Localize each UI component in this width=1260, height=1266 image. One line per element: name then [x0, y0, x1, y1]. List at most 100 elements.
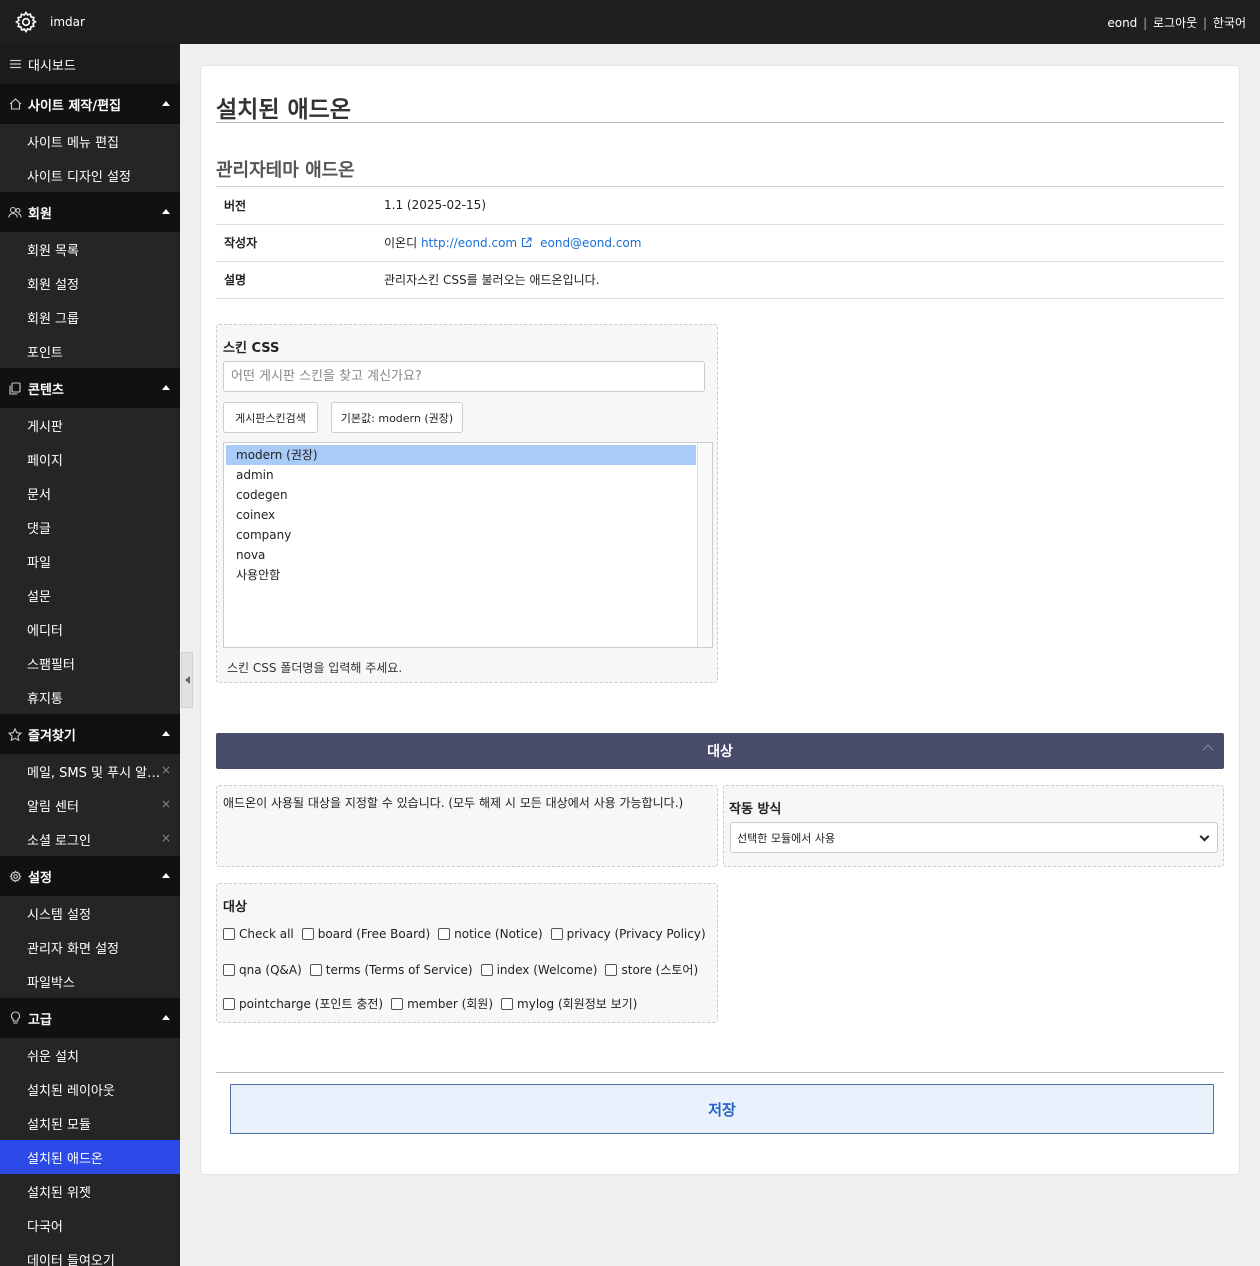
sidebar-group-members[interactable]: 회원: [0, 192, 180, 232]
checkbox-row: pointcharge (포인트 충전) member (회원) mylog (…: [223, 995, 645, 1012]
sidebar-item[interactable]: 쉬운 설치: [0, 1038, 180, 1072]
sidebar-dashboard[interactable]: 대시보드: [0, 44, 180, 84]
sidebar-group-contents[interactable]: 콘텐츠: [0, 368, 180, 408]
sidebar-item[interactable]: 메일, SMS 및 푸시 알… ×: [0, 754, 180, 788]
sidebar-item[interactable]: 사이트 메뉴 편집: [0, 124, 180, 158]
language-link[interactable]: 한국어: [1213, 16, 1246, 30]
sidebar-group-settings[interactable]: 설정: [0, 856, 180, 896]
sidebar-item[interactable]: 데이터 들여오기: [0, 1242, 180, 1266]
user-name-link[interactable]: eond: [1107, 16, 1137, 30]
remove-favorite-icon[interactable]: ×: [161, 797, 171, 811]
sidebar-item[interactable]: 회원 목록: [0, 232, 180, 266]
checkbox[interactable]: [550, 928, 563, 940]
divider: [216, 122, 1224, 123]
skin-css-box: 스킨 CSS 게시판스킨검색 기본값: modern (권장) modern (…: [216, 324, 718, 683]
sidebar-item[interactable]: 시스템 설정: [0, 896, 180, 930]
author-label: 작성자: [216, 224, 376, 262]
checkbox-member[interactable]: member (회원): [391, 995, 493, 1012]
checkbox[interactable]: [301, 928, 314, 940]
sidebar-item[interactable]: 댓글: [0, 510, 180, 544]
gear-icon: [8, 869, 22, 883]
sidebar-group-label: 고급: [28, 1012, 52, 1028]
sidebar-item[interactable]: 페이지: [0, 442, 180, 476]
caret-up-icon: [162, 731, 170, 736]
skin-search-button[interactable]: 게시판스킨검색: [223, 402, 318, 433]
sidebar-group-advanced[interactable]: 고급: [0, 998, 180, 1038]
gear-logo-icon[interactable]: [13, 9, 39, 35]
sidebar-item[interactable]: 회원 그룹: [0, 300, 180, 334]
sidebar-item-installed-addons[interactable]: 설치된 애드온: [0, 1140, 180, 1174]
remove-favorite-icon[interactable]: ×: [161, 763, 171, 777]
sidebar-item[interactable]: 포인트: [0, 334, 180, 368]
checkbox-board[interactable]: board (Free Board): [301, 927, 430, 941]
sidebar-item[interactable]: 설문: [0, 578, 180, 612]
checkbox-store[interactable]: store (스토어): [605, 961, 698, 978]
main-card: 설치된 애드온 관리자테마 애드온 버전 1.1 (2025-02-15) 작성…: [201, 66, 1239, 1174]
list-item-selected[interactable]: modern (권장): [226, 445, 696, 465]
checkbox[interactable]: [223, 963, 235, 976]
list-item[interactable]: admin: [226, 465, 696, 485]
sidebar-group-favorites[interactable]: 즐겨찾기: [0, 714, 180, 754]
sidebar-item[interactable]: 문서: [0, 476, 180, 510]
sidebar-item[interactable]: 관리자 화면 설정: [0, 930, 180, 964]
checkbox-qna[interactable]: qna (Q&A): [223, 963, 302, 977]
brand-name[interactable]: imdar: [50, 15, 85, 29]
checkbox-index[interactable]: index (Welcome): [480, 963, 597, 977]
checkbox[interactable]: [605, 963, 618, 976]
default-skin-button[interactable]: 기본값: modern (권장): [331, 402, 463, 433]
list-item[interactable]: nova: [226, 545, 696, 565]
skin-listbox[interactable]: modern (권장) admin codegen coinex company…: [223, 442, 713, 648]
sidebar-item[interactable]: 소셜 로그인 ×: [0, 822, 180, 856]
checkbox[interactable]: [309, 963, 322, 976]
sidebar-item[interactable]: 파일: [0, 544, 180, 578]
sidebar-item[interactable]: 다국어: [0, 1208, 180, 1242]
sidebar-item[interactable]: 회원 설정: [0, 266, 180, 300]
sidebar-item[interactable]: 설치된 모듈: [0, 1106, 180, 1140]
sidebar-item[interactable]: 설치된 레이아웃: [0, 1072, 180, 1106]
checkbox[interactable]: [438, 928, 451, 940]
logout-link[interactable]: 로그아웃: [1153, 16, 1197, 30]
save-button[interactable]: 저장: [230, 1084, 1214, 1134]
mode-select[interactable]: 선택한 모듈에서 사용: [730, 822, 1218, 853]
checkbox-privacy[interactable]: privacy (Privacy Policy): [550, 927, 706, 941]
list-item[interactable]: 사용안함: [226, 565, 696, 585]
checkbox[interactable]: [391, 997, 404, 1010]
sidebar-item[interactable]: 설치된 위젯: [0, 1174, 180, 1208]
sidebar-collapse-handle[interactable]: [181, 652, 193, 708]
listbox-scrollbar[interactable]: [697, 443, 712, 647]
list-item[interactable]: codegen: [226, 485, 696, 505]
checkbox-notice[interactable]: notice (Notice): [438, 927, 543, 941]
list-item[interactable]: coinex: [226, 505, 696, 525]
sidebar-group-site[interactable]: 사이트 제작/편집: [0, 84, 180, 124]
version-label: 버전: [216, 187, 376, 225]
sidebar-item[interactable]: 게시판: [0, 408, 180, 442]
checkbox-pointcharge[interactable]: pointcharge (포인트 충전): [223, 995, 383, 1012]
table-row: 작성자 이온디 http://eond.com eond@eond.com: [216, 224, 1224, 262]
sidebar-item[interactable]: 파일박스: [0, 964, 180, 998]
list-item[interactable]: company: [226, 525, 696, 545]
chevron-up-icon[interactable]: [1202, 744, 1214, 756]
sidebar-item[interactable]: 스팸필터: [0, 646, 180, 680]
remove-favorite-icon[interactable]: ×: [161, 831, 171, 845]
sidebar-item[interactable]: 알림 센터 ×: [0, 788, 180, 822]
author-email-link[interactable]: eond@eond.com: [540, 236, 641, 250]
checkbox-check-all[interactable]: Check all: [223, 927, 294, 941]
target-section-header[interactable]: 대상: [216, 733, 1224, 769]
chevron-left-icon: [184, 676, 190, 684]
separator: |: [1203, 16, 1208, 30]
sidebar-item[interactable]: 에디터: [0, 612, 180, 646]
checkbox[interactable]: [223, 997, 235, 1010]
sidebar-item[interactable]: 휴지통: [0, 680, 180, 714]
author-url-link[interactable]: http://eond.com: [421, 236, 517, 250]
checkbox-mylog[interactable]: mylog (회원정보 보기): [501, 995, 637, 1012]
checkbox[interactable]: [480, 963, 493, 976]
checkbox-terms[interactable]: terms (Terms of Service): [309, 963, 473, 977]
mode-label: 작동 방식: [729, 802, 782, 817]
external-link-icon[interactable]: [521, 237, 532, 251]
sidebar-item[interactable]: 사이트 디자인 설정: [0, 158, 180, 192]
caret-up-icon: [162, 209, 170, 214]
description-value: 관리자스킨 CSS를 불러오는 애드온입니다.: [376, 261, 1224, 299]
checkbox[interactable]: [501, 997, 514, 1010]
skin-search-input[interactable]: [223, 361, 705, 392]
checkbox[interactable]: [223, 928, 235, 940]
